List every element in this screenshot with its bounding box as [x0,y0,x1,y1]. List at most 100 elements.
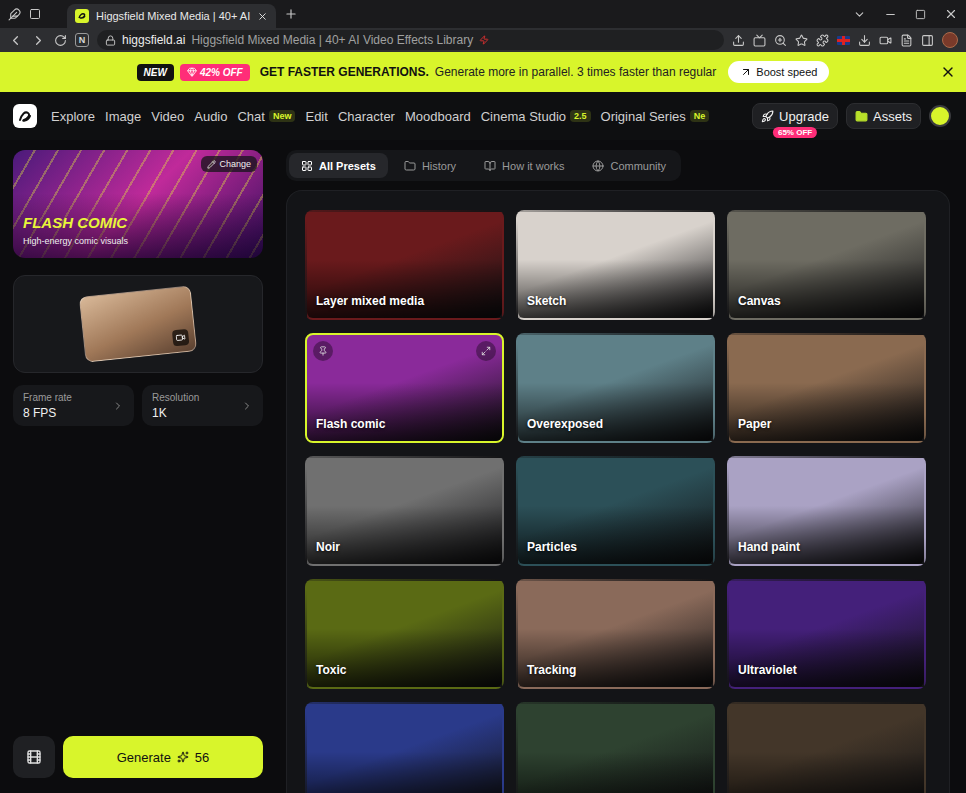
setting-select[interactable]: Frame rate 8 FPS [13,385,134,426]
nav-link[interactable]: Moodboard [405,109,471,124]
preset-card[interactable]: Ultraviolet [727,579,926,689]
preset-card[interactable]: Noir [305,456,504,566]
upgrade-button[interactable]: Upgrade [752,103,838,129]
video-badge [172,329,190,347]
change-preset-button[interactable]: Change [201,156,257,172]
minimize-icon[interactable] [884,8,897,21]
title-bar-apps [8,8,41,21]
nav-badge: 2.5 [570,110,591,122]
preset-card[interactable]: Paper [727,333,926,443]
nav-link[interactable]: Video [151,109,184,124]
generate-button[interactable]: Generate56 [63,736,263,778]
reader-icon[interactable] [900,34,913,47]
nav-label: Edit [305,109,327,124]
selected-preset-card[interactable]: FLASH COMICHigh-energy comic visualsChan… [13,150,263,258]
preset-label: Hand paint [738,540,800,554]
nav-link[interactable]: Character [338,109,395,124]
preset-card[interactable]: Sketch [516,210,715,320]
preset-card[interactable]: Flash comic [305,333,504,443]
preset-label: Paper [738,417,771,431]
arrow-up-right-icon [740,66,752,78]
nav-link[interactable]: Edit [305,109,327,124]
discount-badge: 42% OFF [180,64,250,81]
presets-area: All PresetsHistoryHow it worksCommunity L… [286,150,950,793]
tab-title: Higgsfield Mixed Media | 40+ AI [96,10,250,22]
preset-label: Flash comic [316,417,385,431]
flag-icon[interactable] [837,36,850,45]
media-upload[interactable] [13,275,263,373]
media-library-button[interactable] [13,736,55,778]
nav-label: Audio [194,109,227,124]
forward-icon[interactable] [31,33,46,48]
nav-label: Explore [51,109,95,124]
side-panel-icon[interactable] [921,34,934,47]
upgrade-discount-badge: 65% OFF [773,127,817,138]
cast-icon[interactable] [753,34,766,47]
address-field[interactable]: higgsfield.aiHiggsfield Mixed Media | 40… [97,30,724,50]
preset-card[interactable]: Hand paint [727,456,926,566]
nav-link[interactable]: Cinema Studio2.5 [481,109,591,124]
nav-link[interactable]: Audio [194,109,227,124]
download-icon[interactable] [858,34,871,47]
boost-speed-button[interactable]: Boost speed [728,61,829,83]
tab-search-icon[interactable] [853,8,866,21]
profile-avatar[interactable] [942,32,958,48]
share-icon[interactable] [732,34,745,47]
logo[interactable] [13,104,37,128]
preset-label: Tracking [527,663,576,677]
close-banner-icon[interactable] [940,64,956,80]
back-icon[interactable] [8,33,23,48]
nav-label: Moodboard [405,109,471,124]
app-feather-icon[interactable] [8,8,21,21]
preset-card[interactable] [727,702,926,793]
preset-tabs: All PresetsHistoryHow it worksCommunity [286,150,681,181]
preset-card[interactable]: Particles [516,456,715,566]
nav-badge: New [269,110,296,122]
preset-tab[interactable]: How it works [472,153,576,178]
preset-card[interactable]: Canvas [727,210,926,320]
video-icon[interactable] [879,34,892,47]
zoom-icon[interactable] [774,34,787,47]
site-info-icon[interactable] [105,35,116,46]
user-avatar[interactable] [929,105,951,127]
extensions-icon[interactable] [816,34,829,47]
nav-link[interactable]: Image [105,109,141,124]
new-tab-icon[interactable] [284,7,298,21]
extension-badge[interactable]: N [75,33,89,47]
preset-card[interactable]: Toxic [305,579,504,689]
preset-card[interactable] [305,702,504,793]
pin-button[interactable] [313,341,333,361]
assets-button[interactable]: Assets [846,103,921,129]
preset-card[interactable] [516,702,715,793]
preset-card[interactable]: Layer mixed media [305,210,504,320]
promo-text: Generate more in parallel. 3 times faste… [435,65,716,79]
preset-tab[interactable]: Community [580,153,678,178]
app-window-icon[interactable] [29,8,41,20]
tab-close-icon[interactable] [257,11,268,22]
url-page-title: Higgsfield Mixed Media | 40+ AI Video Ef… [191,33,473,47]
reload-icon[interactable] [54,34,67,47]
nav-link[interactable]: Explore [51,109,95,124]
chevron-right-icon [241,400,253,412]
nav-link[interactable]: Original SeriesNe [601,109,710,124]
setting-value: 8 FPS [23,406,72,420]
preset-tab[interactable]: All Presets [289,153,388,178]
preset-label: Canvas [738,294,781,308]
logo-swirl-icon [77,11,87,21]
expand-button[interactable] [476,341,496,361]
browser-tab[interactable]: Higgsfield Mixed Media | 40+ AI [67,4,276,28]
preset-tab[interactable]: History [392,153,468,178]
preset-label: Ultraviolet [738,663,797,677]
setting-text: Resolution1K [152,392,199,420]
close-window-icon[interactable] [944,7,958,21]
setting-label: Frame rate [23,392,72,403]
nav-link[interactable]: ChatNew [237,109,295,124]
setting-select[interactable]: Resolution1K [142,385,263,426]
preset-card[interactable]: Overexposed [516,333,715,443]
maximize-icon[interactable] [915,9,926,20]
bookmark-icon[interactable] [795,34,808,47]
chevron-right-icon [112,400,124,412]
preset-card[interactable]: Tracking [516,579,715,689]
diamond-icon [187,67,197,77]
uploaded-thumbnail [79,285,197,362]
